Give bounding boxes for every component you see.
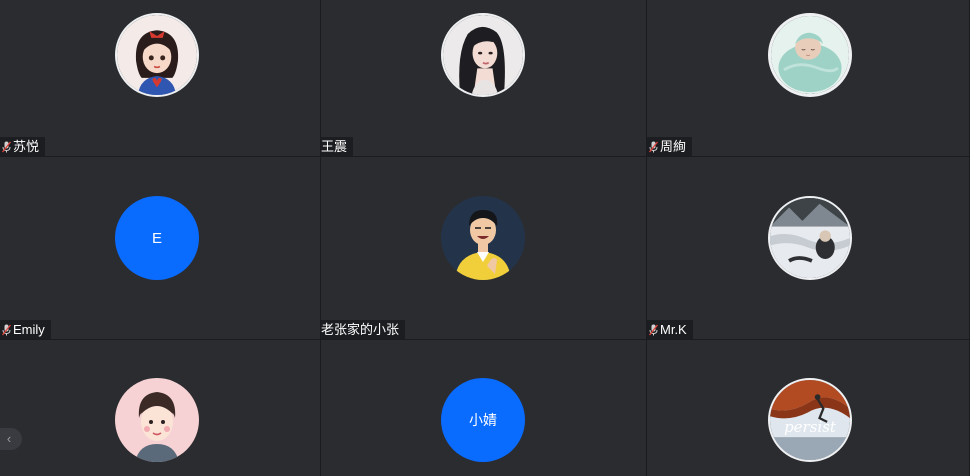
participant-tile[interactable]: 小婧 xyxy=(321,340,647,476)
avatar xyxy=(115,13,199,97)
participant-tile[interactable]: E Emily xyxy=(0,157,321,340)
participant-name: 老张家的小张 xyxy=(321,322,400,337)
participant-name-tag: Emily xyxy=(0,320,51,339)
participant-name-tag: 周絢 xyxy=(647,137,693,156)
participant-name-tag: 老张家的小张 xyxy=(321,320,406,339)
participant-tile[interactable]: 周絢 xyxy=(647,0,970,157)
avatar xyxy=(441,13,525,97)
participant-tile[interactable]: 老张家的小张 xyxy=(321,157,647,340)
avatar-caption: persist xyxy=(784,418,836,436)
participant-name: 王震 xyxy=(321,139,348,154)
avatar xyxy=(441,196,525,280)
participant-tile[interactable] xyxy=(0,340,321,476)
avatar-initial-text: E xyxy=(151,229,162,247)
participant-name: Emily xyxy=(13,322,45,337)
muted-mic-icon xyxy=(2,141,11,153)
avatar-initial: E xyxy=(115,196,199,280)
participant-tile[interactable]: persist xyxy=(647,340,970,476)
avatar-initial: 小婧 xyxy=(441,378,525,462)
muted-mic-icon xyxy=(649,141,658,153)
participant-name-tag: 苏悦 xyxy=(0,137,46,156)
chevron-left-icon: ‹ xyxy=(6,431,12,446)
avatar xyxy=(768,196,852,280)
avatar xyxy=(115,378,199,462)
collapse-sidebar-button[interactable]: ‹ xyxy=(0,428,22,450)
avatar xyxy=(768,13,852,97)
participant-name: Mr.K xyxy=(660,322,687,337)
avatar: persist xyxy=(768,378,852,462)
participant-tile[interactable]: Mr.K xyxy=(647,157,970,340)
muted-mic-icon xyxy=(649,324,658,336)
participant-tile[interactable]: 苏悦 xyxy=(0,0,321,157)
participant-name-tag: Mr.K xyxy=(647,320,693,339)
participant-name: 周絢 xyxy=(660,139,687,154)
avatar-initial-text: 小婧 xyxy=(469,412,497,428)
video-grid: 苏悦 王震 周絢 E Emily 老张家的小张 Mr.K 小婧 persist … xyxy=(0,0,970,476)
participant-name-tag: 王震 xyxy=(321,137,354,156)
participant-tile[interactable]: 王震 xyxy=(321,0,647,157)
participant-name: 苏悦 xyxy=(13,139,40,154)
muted-mic-icon xyxy=(2,324,11,336)
